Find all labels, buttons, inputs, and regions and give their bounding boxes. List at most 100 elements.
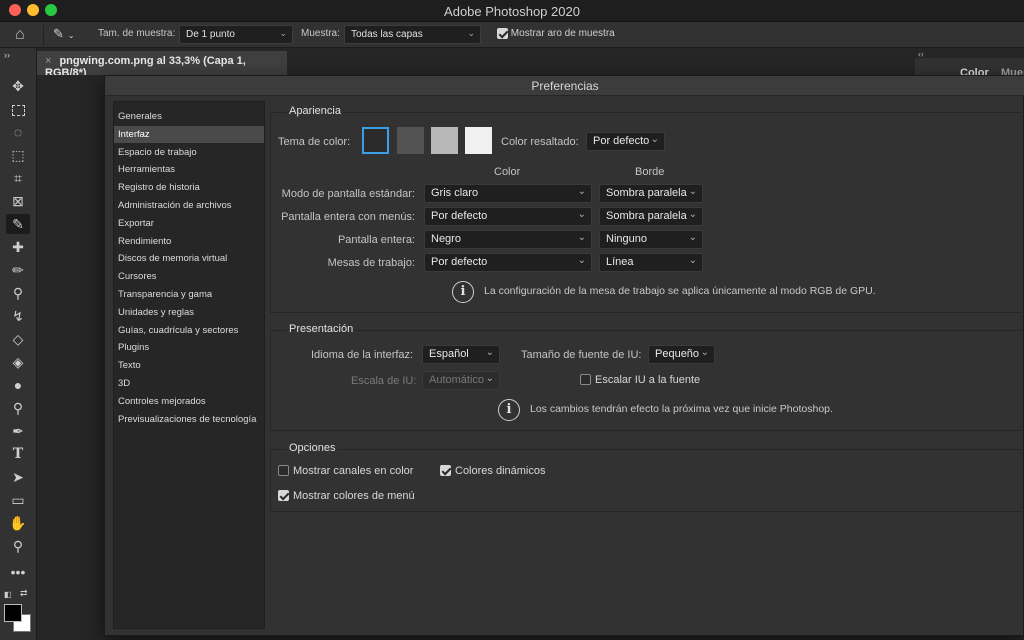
theme-label: Tema de color: <box>278 136 351 148</box>
nav-item[interactable]: Exportar <box>114 215 264 232</box>
nav-item[interactable]: Transparencia y gama <box>114 286 264 303</box>
appearance-color-select[interactable]: Por defecto ⌄ <box>424 253 592 272</box>
appearance-border-select[interactable]: Línea ⌄ <box>599 253 703 272</box>
show-ring-checkbox[interactable]: Mostrar aro de muestra <box>497 28 615 39</box>
options-group: Opciones Mostrar canales en color Colore… <box>270 442 1024 512</box>
appearance-color-select[interactable]: Negro ⌄ <box>424 230 592 249</box>
highlight-select[interactable]: Por defecto ⌄ <box>586 132 665 151</box>
dynamic-colors-checkbox[interactable]: Colores dinámicos <box>440 464 546 477</box>
close-tab-icon[interactable]: × <box>45 55 51 67</box>
presentation-title: Presentación <box>287 323 356 335</box>
appearance-row-label: Pantalla entera: <box>337 234 415 246</box>
lasso-tool-icon[interactable]: ◌ <box>6 122 30 142</box>
chevron-down-icon: ⌄ <box>485 347 494 358</box>
frame-tool-icon[interactable]: ⊠ <box>6 191 30 211</box>
appearance-border-select[interactable]: Sombra paralela ⌄ <box>599 184 703 203</box>
healing-brush-tool-icon[interactable]: ✚ <box>6 237 30 257</box>
show-channels-color-checkbox[interactable]: Mostrar canales en color <box>278 464 414 477</box>
chevron-down-icon: ⌄ <box>700 347 709 358</box>
path-selection-tool-icon[interactable]: ➤ <box>6 467 30 487</box>
nav-item[interactable]: Rendimiento <box>114 233 264 250</box>
appearance-color-select[interactable]: Por defecto ⌄ <box>424 207 592 226</box>
eraser-tool-icon[interactable]: ◇ <box>6 329 30 349</box>
appearance-border-select-value: Ninguno <box>606 233 647 245</box>
theme-swatch-4[interactable] <box>465 127 492 154</box>
chevron-down-icon: ⌄ <box>67 31 75 40</box>
theme-swatch-2[interactable] <box>397 127 424 154</box>
pen-tool-icon[interactable]: ✒ <box>6 421 30 441</box>
app-title: Adobe Photoshop 2020 <box>444 4 580 19</box>
appearance-color-select-value: Negro <box>431 233 461 245</box>
checkbox-icon <box>497 28 508 39</box>
dodge-tool-icon[interactable]: ⚲ <box>6 398 30 418</box>
appearance-title: Apariencia <box>287 105 343 117</box>
quick-selection-tool-icon[interactable]: ⬚ <box>6 145 30 165</box>
foreground-color-swatch[interactable] <box>4 604 22 622</box>
blur-tool-icon[interactable]: ● <box>6 375 30 395</box>
chevron-down-icon: ⌄ <box>688 186 697 197</box>
nav-item[interactable]: Unidades y reglas <box>114 304 264 321</box>
presentation-group: Presentación Idioma de la interfaz: Espa… <box>270 323 1024 431</box>
nav-item[interactable]: Administración de archivos <box>114 197 264 214</box>
hand-tool-icon[interactable]: ✋ <box>6 513 30 533</box>
document-tab[interactable]: × pngwing.com.png al 33,3% (Capa 1, RGB/8… <box>37 51 287 79</box>
nav-item[interactable]: Plugins <box>114 339 264 356</box>
sample-select[interactable]: Todas las capas ⌄ <box>344 25 481 44</box>
nav-item[interactable]: Controles mejorados <box>114 393 264 410</box>
language-select[interactable]: Español ⌄ <box>422 345 500 364</box>
show-menu-colors-checkbox[interactable]: Mostrar colores de menú <box>278 489 415 502</box>
nav-item[interactable]: Herramientas <box>114 161 264 178</box>
ui-scale-select[interactable]: Automático ⌄ <box>422 371 500 390</box>
preferences-dialog: Preferencias Generales Interfaz Espacio de… <box>104 75 1024 636</box>
brush-tool-icon[interactable]: ✏ <box>6 260 30 280</box>
appearance-color-select-value: Por defecto <box>431 210 488 222</box>
eyedropper-tool-icon[interactable]: ✎ <box>6 214 30 234</box>
nav-item[interactable]: Guías, cuadrícula y sectores <box>114 322 264 339</box>
appearance-border-select[interactable]: Ninguno ⌄ <box>599 230 703 249</box>
nav-item[interactable]: Interfaz <box>114 125 264 143</box>
appearance-row-label: Modo de pantalla estándar: <box>281 188 415 200</box>
clone-stamp-tool-icon[interactable]: ⚲ <box>6 283 30 303</box>
info-icon: i <box>498 399 520 421</box>
collapse-panel-icon[interactable]: ‹‹ <box>918 49 924 59</box>
show-menu-colors-label: Mostrar colores de menú <box>293 490 415 502</box>
show-channels-color-label: Mostrar canales en color <box>293 465 414 477</box>
theme-swatch-1[interactable] <box>362 127 389 154</box>
nav-item[interactable]: Generales <box>114 108 264 125</box>
font-size-label: Tamaño de fuente de IU: <box>521 349 642 361</box>
swap-colors-icon[interactable]: ⇄ <box>20 588 28 599</box>
crop-tool-icon[interactable]: ⌗ <box>6 168 30 188</box>
eyedropper-preset-icon[interactable]: ✎ ⌄ <box>53 26 83 44</box>
nav-item[interactable]: 3D <box>114 375 264 392</box>
sample-size-select[interactable]: De 1 punto ⌄ <box>179 25 293 44</box>
scale-ui-to-font-checkbox[interactable]: Escalar IU a la fuente <box>580 373 700 386</box>
edit-toolbar-icon[interactable]: ••• <box>6 562 30 582</box>
appearance-color-select[interactable]: Gris claro ⌄ <box>424 184 592 203</box>
nav-item[interactable]: Texto <box>114 357 264 374</box>
type-tool-icon[interactable]: T <box>6 444 30 464</box>
zoom-tool-icon[interactable]: ⚲ <box>6 536 30 556</box>
nav-item[interactable]: Registro de historia <box>114 179 264 196</box>
nav-item[interactable]: Espacio de trabajo <box>114 144 264 161</box>
nav-item[interactable]: Discos de memoria virtual <box>114 250 264 267</box>
chevron-down-icon: ⌄ <box>467 28 475 38</box>
rectangle-tool-icon[interactable]: ▭ <box>6 490 30 510</box>
language-value: Español <box>429 348 469 360</box>
font-size-select[interactable]: Pequeño ⌄ <box>648 345 715 364</box>
history-brush-tool-icon[interactable]: ↯ <box>6 306 30 326</box>
theme-swatch-3[interactable] <box>431 127 458 154</box>
presentation-info-text: Los cambios tendrán efecto la próxima ve… <box>530 403 833 415</box>
appearance-border-select[interactable]: Sombra paralela ⌄ <box>599 207 703 226</box>
appearance-row-label: Pantalla entera con menús: <box>281 211 415 223</box>
nav-item[interactable]: Previsualizaciones de tecnología <box>114 411 264 428</box>
nav-item[interactable]: Cursores <box>114 268 264 285</box>
default-colors-icon[interactable]: ◧ <box>4 590 12 599</box>
home-icon[interactable]: ⌂ <box>15 26 35 44</box>
move-tool-icon[interactable]: ✥ <box>6 76 30 96</box>
divider <box>43 25 44 45</box>
dynamic-colors-label: Colores dinámicos <box>455 465 546 477</box>
checkbox-icon <box>278 464 289 476</box>
paint-bucket-tool-icon[interactable]: ◈ <box>6 352 30 372</box>
collapse-panel-icon[interactable]: ›› <box>4 50 28 60</box>
marquee-tool-icon[interactable] <box>6 99 30 119</box>
